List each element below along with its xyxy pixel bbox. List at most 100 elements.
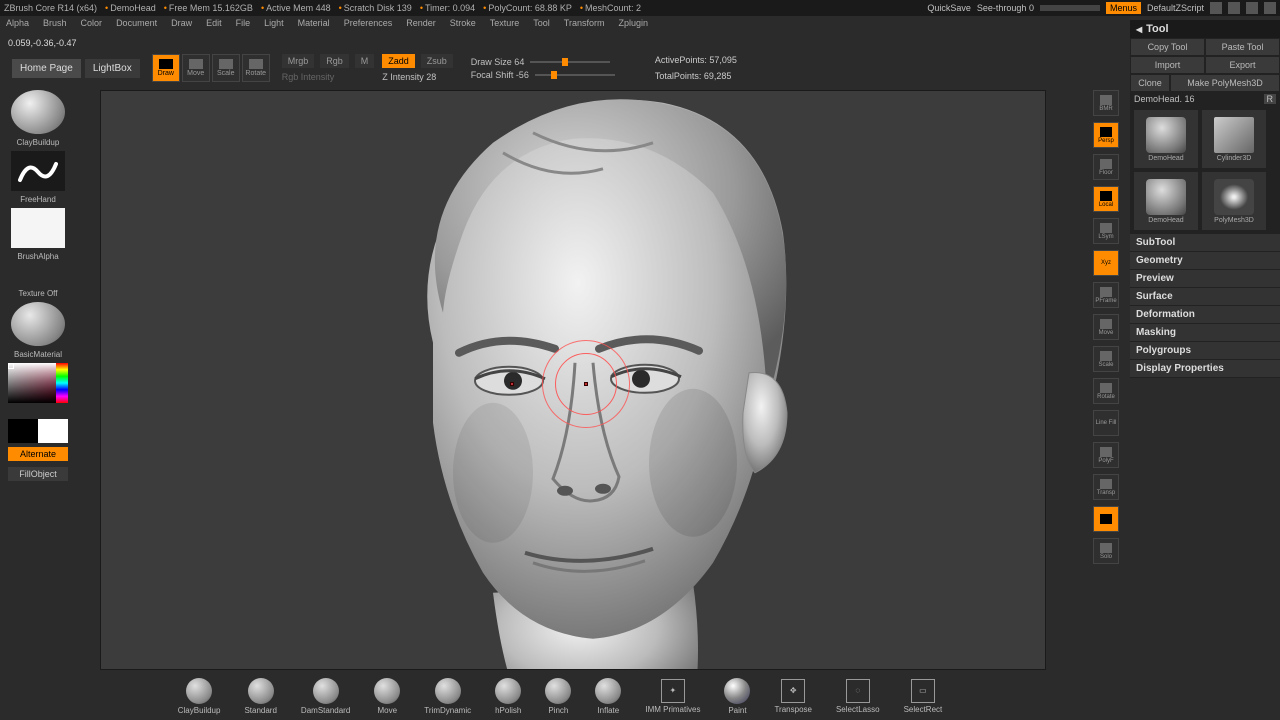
brush-damstandard[interactable]: DamStandard — [301, 678, 350, 715]
scale-view-button[interactable]: Scale — [1093, 346, 1119, 372]
brush-paint[interactable]: Paint — [724, 678, 750, 715]
section-geometry[interactable]: Geometry — [1130, 252, 1280, 270]
tool-r-button[interactable]: R — [1264, 94, 1277, 104]
ghost-button[interactable] — [1093, 506, 1119, 532]
section-surface[interactable]: Surface — [1130, 288, 1280, 306]
brush-standard[interactable]: Standard — [244, 678, 276, 715]
menu-item[interactable]: Light — [264, 18, 284, 28]
tool-thumb[interactable]: DemoHead — [1134, 172, 1198, 230]
color-black[interactable] — [8, 419, 38, 443]
section-polygroups[interactable]: Polygroups — [1130, 342, 1280, 360]
menu-item[interactable]: Brush — [43, 18, 67, 28]
lightbox-button[interactable]: LightBox — [85, 59, 140, 78]
focal-shift-slider[interactable] — [535, 74, 615, 76]
hue-strip[interactable] — [56, 363, 68, 403]
pframe-button[interactable]: PFrame — [1093, 282, 1119, 308]
color-white[interactable] — [38, 419, 68, 443]
tool-header[interactable]: ◀Tool — [1130, 20, 1280, 38]
lsym-button[interactable]: LSym — [1093, 218, 1119, 244]
menu-item[interactable]: File — [236, 18, 251, 28]
menu-item[interactable]: Texture — [490, 18, 520, 28]
section-masking[interactable]: Masking — [1130, 324, 1280, 342]
persp-button[interactable]: Persp — [1093, 122, 1119, 148]
menu-item[interactable]: Stroke — [450, 18, 476, 28]
section-preview[interactable]: Preview — [1130, 270, 1280, 288]
config-icon[interactable] — [1210, 2, 1222, 14]
polyf-button[interactable]: PolyF — [1093, 442, 1119, 468]
tool-thumb[interactable]: DemoHead — [1134, 110, 1198, 168]
color-picker[interactable] — [8, 363, 68, 415]
export-button[interactable]: Export — [1205, 56, 1280, 74]
menu-item[interactable]: Draw — [171, 18, 192, 28]
brush-trimdynamic[interactable]: TrimDynamic — [424, 678, 471, 715]
rgb-button[interactable]: Rgb — [320, 54, 349, 68]
maximize-icon[interactable] — [1246, 2, 1258, 14]
rotate-mode-button[interactable]: Rotate — [242, 54, 270, 82]
menu-item[interactable]: Document — [116, 18, 157, 28]
default-script[interactable]: DefaultZScript — [1147, 3, 1204, 13]
brush-imm-primitives[interactable]: ✦IMM Primatives — [645, 679, 700, 714]
menu-item[interactable]: Preferences — [344, 18, 393, 28]
paste-tool-button[interactable]: Paste Tool — [1205, 38, 1280, 56]
menus-button[interactable]: Menus — [1106, 2, 1141, 14]
seethrough-slider[interactable] — [1040, 5, 1100, 11]
tool-thumb[interactable]: PolyMesh3D — [1202, 172, 1266, 230]
brush-swatch[interactable] — [11, 90, 65, 134]
viewport[interactable] — [100, 90, 1046, 670]
section-deformation[interactable]: Deformation — [1130, 306, 1280, 324]
brush-pinch[interactable]: Pinch — [545, 678, 571, 715]
move-view-button[interactable]: Move — [1093, 314, 1119, 340]
menu-item[interactable]: Zplugin — [618, 18, 648, 28]
draw-size-label[interactable]: Draw Size 64 — [471, 57, 525, 67]
xyz-button[interactable]: Xyz — [1093, 250, 1119, 276]
mrgb-button[interactable]: Mrgb — [282, 54, 315, 68]
alternate-button[interactable]: Alternate — [8, 447, 68, 461]
scale-mode-button[interactable]: Scale — [212, 54, 240, 82]
move-mode-button[interactable]: Move — [182, 54, 210, 82]
section-display-properties[interactable]: Display Properties — [1130, 360, 1280, 378]
brush-claybuildup[interactable]: ClayBuildup — [178, 678, 221, 715]
rotate-view-button[interactable]: Rotate — [1093, 378, 1119, 404]
homepage-button[interactable]: Home Page — [12, 59, 81, 78]
transpose-button[interactable]: ✥Transpose — [774, 679, 812, 714]
make-polymesh-button[interactable]: Make PolyMesh3D — [1170, 74, 1280, 92]
z-intensity-label[interactable]: Z Intensity 28 — [382, 72, 436, 82]
zsub-button[interactable]: Zsub — [421, 54, 453, 68]
alpha-swatch[interactable] — [11, 208, 65, 248]
menu-item[interactable]: Alpha — [6, 18, 29, 28]
brush-inflate[interactable]: Inflate — [595, 678, 621, 715]
section-subtool[interactable]: SubTool — [1130, 234, 1280, 252]
select-rect-button[interactable]: ▭SelectRect — [904, 679, 943, 714]
copy-tool-button[interactable]: Copy Tool — [1130, 38, 1205, 56]
menu-item[interactable]: Tool — [533, 18, 550, 28]
floor-button[interactable]: Floor — [1093, 154, 1119, 180]
zadd-button[interactable]: Zadd — [382, 54, 415, 68]
texture-label[interactable]: Texture Off — [19, 289, 58, 298]
brush-move[interactable]: Move — [374, 678, 400, 715]
material-swatch[interactable] — [11, 302, 65, 346]
draw-size-slider[interactable] — [530, 61, 610, 63]
solo-button[interactable]: Solo — [1093, 538, 1119, 564]
fillobject-button[interactable]: FillObject — [8, 467, 68, 481]
local-button[interactable]: Local — [1093, 186, 1119, 212]
secondary-colors[interactable] — [8, 419, 68, 443]
menu-item[interactable]: Material — [298, 18, 330, 28]
tool-name[interactable]: DemoHead. 16 — [1134, 94, 1195, 104]
menu-item[interactable]: Color — [81, 18, 103, 28]
bmr-button[interactable]: BMR — [1093, 90, 1119, 116]
brush-hpolish[interactable]: hPolish — [495, 678, 521, 715]
clone-button[interactable]: Clone — [1130, 74, 1170, 92]
menu-item[interactable]: Transform — [564, 18, 605, 28]
menu-item[interactable]: Edit — [206, 18, 222, 28]
quicksave-button[interactable]: QuickSave — [927, 3, 971, 13]
close-icon[interactable] — [1264, 2, 1276, 14]
stroke-swatch[interactable] — [11, 151, 65, 191]
tool-thumb[interactable]: Cylinder3D — [1202, 110, 1266, 168]
draw-mode-button[interactable]: Draw — [152, 54, 180, 82]
import-button[interactable]: Import — [1130, 56, 1205, 74]
transp-button[interactable]: Transp — [1093, 474, 1119, 500]
select-lasso-button[interactable]: ◌SelectLasso — [836, 679, 880, 714]
linefill-button[interactable]: Line Fill — [1093, 410, 1119, 436]
m-button[interactable]: M — [355, 54, 375, 68]
minimize-icon[interactable] — [1228, 2, 1240, 14]
